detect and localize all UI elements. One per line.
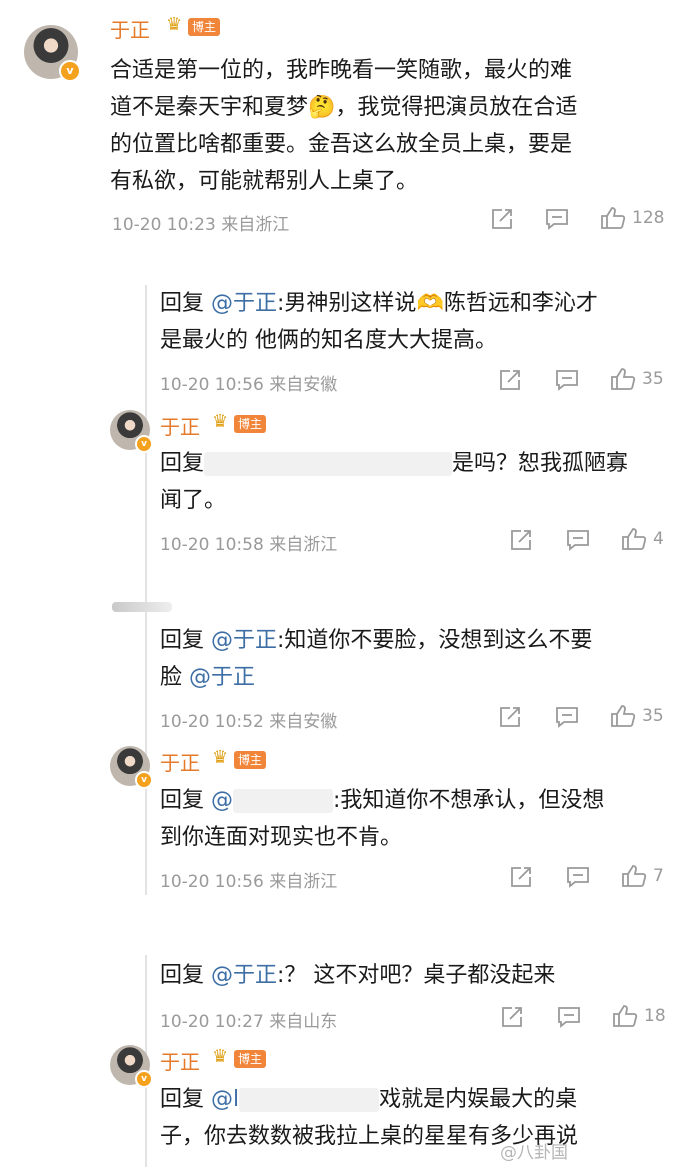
cropped-avatar [112,602,172,612]
share-button[interactable] [490,207,514,231]
author-name[interactable]: 于正 [160,411,200,440]
thumbs-up-icon [601,207,626,229]
thumbs-up-icon [613,1005,638,1027]
post-line-1: 合适是第一位的，我昨晚看一笑随歌，最火的难 [110,58,573,83]
post-location: 来自浙江 [221,215,290,235]
mention-link[interactable]: @于正 [189,665,255,690]
reply-3-meta: 10-20 10:52 来自安徽 [160,712,338,732]
author-avatar[interactable]: v [24,25,81,82]
reply-2-meta: 10-20 10:58 来自浙江 [160,535,338,555]
comment-icon [567,867,589,888]
heart-hands-emoji-icon: 🫶 [416,291,444,316]
post-meta: 10-20 10:23 来自浙江 [112,210,289,235]
crown-icon: ♛ [166,14,183,35]
thumbs-up-icon [611,368,636,390]
mention-link[interactable]: @于正 [211,291,277,316]
reply-1-line-1: 回复 @于正:男神别这样说🫶陈哲远和李沁才 [160,291,598,316]
reply-1-meta: 10-20 10:56 来自安徽 [160,375,338,395]
reply-2-line-2: 闻了。 [160,488,227,513]
like-button[interactable]: 128 [600,206,664,230]
share-icon [500,707,520,727]
thumbs-up-icon [622,865,647,887]
author-name[interactable]: 于正 [160,747,200,776]
reply-3-like-button[interactable]: 35 [610,704,664,728]
post-line-3: 的位置比啥都重要。金吾这么放全员上桌，要是 [110,132,573,157]
thinking-emoji-icon: 🤔 [308,95,336,120]
reply-4-share-button[interactable] [509,865,533,889]
like-count: 128 [632,208,665,228]
mention-link[interactable]: @于正 [211,963,277,988]
share-icon [500,370,520,390]
share-icon [511,867,531,887]
post-line-4: 有私欲，可能就帮别人上桌了。 [110,169,419,194]
verified-badge-icon: v [135,771,153,789]
thumbs-up-icon [611,705,636,727]
comment-icon [556,707,578,728]
verified-badge-icon: v [135,435,153,453]
mention-link[interactable]: @ [211,788,233,813]
reply-3-line-2: 脸 @于正 [160,665,256,690]
reply-1-comment-button[interactable] [555,369,579,391]
share-icon [502,1007,522,1027]
watermark: @八卦国 [500,1143,568,1163]
crown-icon: ♛ [212,1046,229,1067]
thread-line-1 [145,285,147,895]
share-icon [511,530,531,550]
blogger-badge: 博主 [188,18,221,36]
redacted-username [233,789,333,813]
reply-5-like-button[interactable]: 18 [612,1004,666,1028]
comment-button[interactable] [545,208,569,230]
post-line-2: 道不是秦天宇和夏梦🤔，我觉得把演员放在合适 [110,95,578,120]
reply-2-comment-button[interactable] [566,529,590,551]
post-time: 10-20 10:23 [112,215,216,235]
blogger-badge: 博主 [234,415,267,433]
thumbs-up-icon [622,528,647,550]
mention-link[interactable]: @l [211,1087,239,1112]
crown-icon: ♛ [212,411,229,432]
reply-3-comment-button[interactable] [555,706,579,728]
crown-icon: ♛ [212,747,229,768]
reply-1-line-2: 是最火的 他俩的知名度大大提高。 [160,328,497,353]
comment-icon [556,370,578,391]
reply-5-comment-button[interactable] [557,1006,581,1028]
comment-icon [567,530,589,551]
mention-link[interactable]: @于正 [211,628,277,653]
author-avatar[interactable]: v [110,410,153,453]
reply-6-line-1: 回复 @l 戏就是内娱最大的桌 [160,1087,578,1112]
reply-5-meta: 10-20 10:27 来自山东 [160,1012,338,1032]
author-name[interactable]: 于正 [160,1046,200,1075]
reply-2-like-button[interactable]: 4 [621,527,664,551]
blogger-badge: 博主 [234,751,267,769]
comment-icon [558,1007,580,1028]
author-avatar[interactable]: v [110,746,153,789]
verified-badge-icon: v [135,1070,153,1088]
blogger-badge: 博主 [234,1050,267,1068]
reply-3-share-button[interactable] [498,705,522,729]
redacted-username [204,452,453,476]
reply-4-like-button[interactable]: 7 [621,864,664,888]
reply-3-line-1: 回复 @于正:知道你不要脸，没想到这么不要 [160,628,593,653]
reply-4-line-1: 回复 @:我知道你不想承认，但没想 [160,788,605,813]
verified-badge-icon: v [59,60,81,82]
reply-5-line-1: 回复 @于正:？ 这不对吧？桌子都没起来 [160,963,556,988]
reply-2-line-1: 回复 是吗？恕我孤陋寡 [160,451,629,476]
redacted-username [239,1088,380,1112]
reply-4-comment-button[interactable] [566,866,590,888]
reply-4-line-2: 到你连面对现实也不肯。 [160,825,403,850]
reply-5-share-button[interactable] [500,1005,524,1029]
reply-1-share-button[interactable] [498,368,522,392]
reply-4-meta: 10-20 10:56 来自浙江 [160,872,338,892]
author-name[interactable]: 于正 [110,14,150,43]
author-avatar[interactable]: v [110,1045,153,1088]
share-icon [492,209,512,229]
reply-1-like-button[interactable]: 35 [610,367,664,391]
comment-icon [546,209,568,230]
reply-2-share-button[interactable] [509,528,533,552]
